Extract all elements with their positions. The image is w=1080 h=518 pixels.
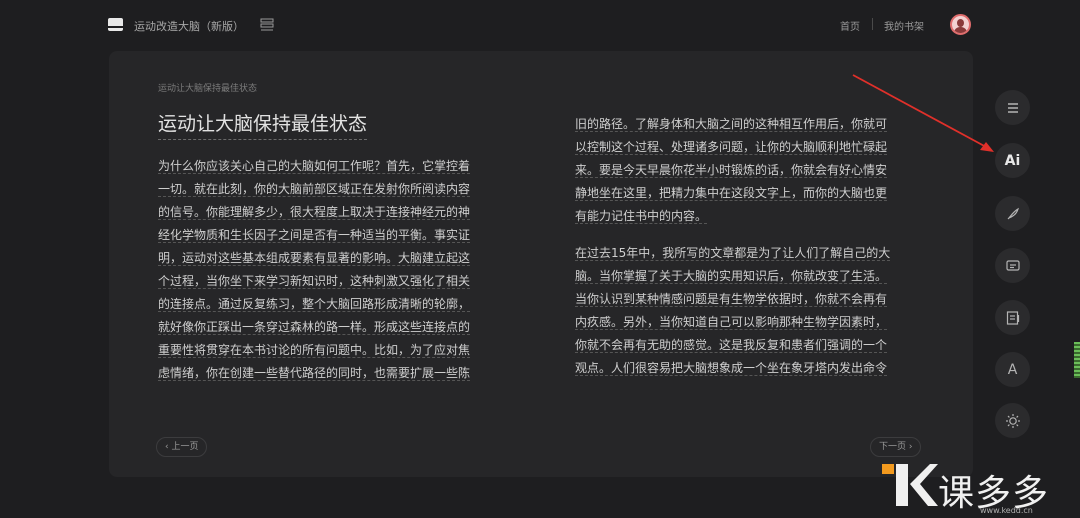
text-line[interactable]: 一切。就在此刻，你的大脑前部区域正在发射你所阅读内容 (158, 178, 508, 201)
highlight-pen-button[interactable] (995, 196, 1030, 231)
text-line-content: 虑情绪，你在创建一些替代路径的同时，也需要扩展一些陈 (158, 366, 471, 381)
text-line-content: 为什么你应该关心自己的大脑如何工作呢？首先，它掌控着 (158, 159, 471, 174)
text-line[interactable]: 就好像你正踩出一条穿过森林的路一样。形成这些连接点的 (158, 316, 508, 339)
nav-home-link[interactable]: 首页 (840, 18, 860, 33)
text-line-content: 观点。人们很容易把大脑想象成一个坐在象牙塔内发出命令 (575, 361, 888, 376)
notes-button[interactable] (995, 300, 1030, 335)
nav-divider (872, 18, 873, 30)
watermark-logo: 课多多 www.kedd.cn (880, 462, 1080, 518)
text-line[interactable]: 脑。当你掌握了关于大脑的实用知识后，你就改变了生活。 (575, 265, 925, 288)
comment-icon (1005, 259, 1020, 271)
text-line-content: 个过程，当你坐下来学习新知识时，这种刺激又强化了相关 (158, 274, 471, 289)
text-line[interactable]: 的信号。你能理解多少，很大程度上取决于连接神经元的神 (158, 201, 508, 224)
text-line-content: 以控制这个过程、处理诸多问题，让你的大脑顺利地忙碌起 (575, 140, 888, 155)
ai-assistant-button[interactable]: Ai (995, 143, 1030, 178)
text-line[interactable]: 明，运动对这些基本组成要素有显著的影响。大脑建立起这 (158, 247, 508, 270)
text-line[interactable]: 观点。人们很容易把大脑想象成一个坐在象牙塔内发出命令 (575, 357, 925, 380)
text-line[interactable]: 有能力记住书中的内容。 (575, 205, 925, 228)
watermark-url: www.kedd.cn (980, 506, 1033, 515)
text-line[interactable]: 经化学物质和生长因子之间是否有一种适当的平衡。事实证 (158, 224, 508, 247)
text-line-content: 静地坐在这里，把精力集中在这段文字上，而你的大脑也更 (575, 186, 888, 201)
book-icon[interactable] (108, 18, 123, 31)
scrollbar-indicator[interactable] (1074, 342, 1080, 378)
menu-icon (1007, 102, 1018, 113)
font-icon: A (1007, 361, 1018, 378)
right-column-text: 旧的路径。了解身体和大脑之间的这种相互作用后，你就可 以控制这个过程、处理诸多问题… (575, 113, 925, 380)
text-line[interactable]: 你就不会再有无助的感觉。这是我反复和患者们强调的一个 (575, 334, 925, 357)
brightness-icon (1005, 413, 1020, 428)
text-line-content: 旧的路径。了解身体和大脑之间的这种相互作用后，你就可 (575, 117, 888, 132)
menu-button[interactable] (995, 90, 1030, 125)
text-line-content: 在过去15年中，我所写的文章都是为了让人们了解自己的大 (575, 246, 891, 261)
text-line[interactable]: 的连接点。通过反复练习，整个大脑回路形成清晰的轮廓， (158, 293, 508, 316)
text-line[interactable]: 重要性将贯穿在本书讨论的所有问题中。比如，为了应对焦 (158, 339, 508, 362)
text-line[interactable]: 虑情绪，你在创建一些替代路径的同时，也需要扩展一些陈 (158, 362, 508, 385)
text-line-content: 脑。当你掌握了关于大脑的实用知识后，你就改变了生活。 (575, 269, 888, 284)
brightness-button[interactable] (995, 403, 1030, 438)
text-line-content: 一切。就在此刻，你的大脑前部区域正在发射你所阅读内容 (158, 182, 471, 197)
previous-page-button[interactable]: ‹ 上一页 (156, 437, 208, 457)
text-line-content: 内疚感。另外，当你知道自己可以影响那种生物学因素时， (575, 315, 888, 330)
text-line-content: 就好像你正踩出一条穿过森林的路一样。形成这些连接点的 (158, 320, 471, 335)
text-line[interactable]: 旧的路径。了解身体和大脑之间的这种相互作用后，你就可 (575, 113, 925, 136)
text-line[interactable]: 为什么你应该关心自己的大脑如何工作呢？首先，它掌控着 (158, 155, 508, 178)
left-column-text: 为什么你应该关心自己的大脑如何工作呢？首先，它掌控着 一切。就在此刻，你的大脑前部… (158, 155, 508, 385)
chapter-breadcrumb: 运动让大脑保持最佳状态 (158, 84, 258, 94)
ai-icon: Ai (1004, 152, 1021, 169)
text-line-content: 来。要是今天早晨你花半小时锻炼的话，你就会有好心情安 (575, 163, 888, 178)
text-line[interactable]: 个过程，当你坐下来学习新知识时，这种刺激又强化了相关 (158, 270, 508, 293)
top-bar: 运动改造大脑（新版） 首页 我的书架 (0, 0, 1080, 50)
text-line[interactable]: 以控制这个过程、处理诸多问题，让你的大脑顺利地忙碌起 (575, 136, 925, 159)
reader-panel: 运动让大脑保持最佳状态 运动让大脑保持最佳状态 为什么你应该关心自己的大脑如何工… (109, 51, 973, 477)
next-page-button[interactable]: 下一页 › (870, 437, 922, 457)
user-avatar[interactable] (950, 14, 971, 35)
k-logo-icon (882, 464, 938, 506)
text-line-content: 的信号。你能理解多少，很大程度上取决于连接神经元的神 (158, 205, 471, 220)
chapter-title: 运动让大脑保持最佳状态 (158, 109, 368, 140)
book-title[interactable]: 运动改造大脑（新版） (134, 18, 244, 34)
font-settings-button[interactable]: A (995, 352, 1030, 387)
text-line-content: 当你认识到某种情感问题是有生物学依据时，你就不会再有 (575, 292, 888, 307)
text-line[interactable]: 当你认识到某种情感问题是有生物学依据时，你就不会再有 (575, 288, 925, 311)
pen-icon (1007, 207, 1019, 219)
text-line[interactable]: 在过去15年中，我所写的文章都是为了让人们了解自己的大 (575, 242, 925, 265)
text-line[interactable]: 内疚感。另外，当你知道自己可以影响那种生物学因素时， (575, 311, 925, 334)
comment-button[interactable] (995, 248, 1030, 283)
table-of-contents-icon[interactable] (260, 18, 274, 32)
text-line-content: 有能力记住书中的内容。 (575, 209, 708, 224)
nav-bookshelf-link[interactable]: 我的书架 (884, 18, 924, 33)
text-line-content: 你就不会再有无助的感觉。这是我反复和患者们强调的一个 (575, 338, 888, 353)
text-line-content: 的连接点。通过反复练习，整个大脑回路形成清晰的轮廓， (158, 297, 471, 312)
text-line[interactable]: 静地坐在这里，把精力集中在这段文字上，而你的大脑也更 (575, 182, 925, 205)
text-line-content: 经化学物质和生长因子之间是否有一种适当的平衡。事实证 (158, 228, 471, 243)
text-line-content: 明，运动对这些基本组成要素有显著的影响。大脑建立起这 (158, 251, 471, 266)
note-icon (1006, 310, 1019, 325)
text-line-content: 重要性将贯穿在本书讨论的所有问题中。比如，为了应对焦 (158, 343, 471, 358)
text-line[interactable]: 来。要是今天早晨你花半小时锻炼的话，你就会有好心情安 (575, 159, 925, 182)
